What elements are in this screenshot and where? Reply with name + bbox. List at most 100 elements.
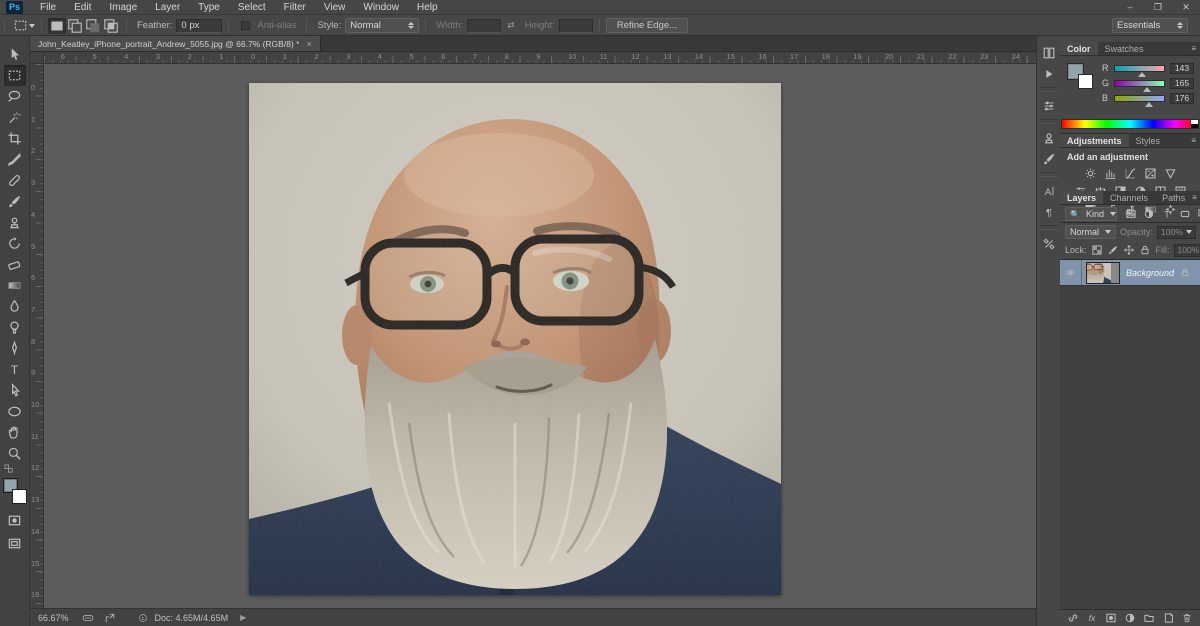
channel-R-slider[interactable] (1114, 65, 1165, 72)
height-input[interactable] (559, 19, 593, 33)
filter-image-icon[interactable] (1123, 207, 1139, 221)
opacity-field[interactable]: 100% (1157, 226, 1196, 239)
adjustments-tab-adjustments[interactable]: Adjustments (1060, 134, 1129, 147)
adjustments-panel-menu-icon[interactable]: ≡ (1191, 136, 1196, 145)
restore-button[interactable]: ❐ (1144, 0, 1172, 15)
layers-tab-layers[interactable]: Layers (1060, 191, 1103, 204)
spot-healing-brush-tool[interactable] (4, 170, 26, 191)
panel-background-swatch[interactable] (1078, 74, 1093, 89)
menu-window[interactable]: Window (354, 0, 408, 15)
blur-tool[interactable] (4, 296, 26, 317)
channel-G-slider[interactable] (1114, 80, 1165, 87)
layer-filter-kind-dropdown[interactable]: 🔍Kind (1065, 207, 1117, 221)
menu-help[interactable]: Help (408, 0, 447, 15)
minimize-button[interactable]: – (1116, 0, 1144, 15)
width-input[interactable] (467, 19, 501, 33)
layer-thumbnail[interactable] (1086, 262, 1120, 284)
zoom-level-field[interactable]: 66.67% (30, 613, 77, 623)
tool-presets-panel-icon[interactable] (1039, 234, 1059, 253)
menu-edit[interactable]: Edit (65, 0, 100, 15)
hand-tool[interactable] (4, 422, 26, 443)
eraser-tool[interactable] (4, 254, 26, 275)
color-spectrum-ramp[interactable] (1061, 119, 1199, 129)
layers-tab-paths[interactable]: Paths (1155, 191, 1192, 204)
new-layer-button[interactable] (1162, 611, 1174, 625)
canvas[interactable] (44, 64, 1036, 608)
horizontal-ruler[interactable]: 7654321012345678910111213141516171819202… (44, 52, 1036, 64)
filter-shape-icon[interactable] (1177, 207, 1193, 221)
exposure-adjustment-icon[interactable] (1143, 166, 1158, 180)
new-selection-mode-button[interactable] (48, 18, 66, 34)
tool-preset-caret[interactable] (29, 24, 35, 28)
menu-type[interactable]: Type (189, 0, 229, 15)
layer-row-background[interactable]: Background (1060, 260, 1200, 286)
blend-mode-dropdown[interactable]: Normal (1065, 225, 1116, 239)
filter-smart-object-icon[interactable] (1195, 207, 1200, 221)
layers-tab-channels[interactable]: Channels (1103, 191, 1155, 204)
document-tab[interactable]: John_Keatley_iPhone_portrait_Andrew_5055… (30, 36, 321, 51)
ellipse-tool[interactable] (4, 401, 26, 422)
close-button[interactable]: ✕ (1172, 0, 1200, 15)
zoom-tool[interactable] (4, 443, 26, 464)
link-layers-button[interactable] (1067, 611, 1079, 625)
channel-B-value[interactable]: 176 (1170, 93, 1194, 104)
ruler-corner[interactable] (30, 52, 44, 64)
subtract-selection-mode-button[interactable] (84, 18, 102, 34)
levels-adjustment-icon[interactable] (1103, 166, 1118, 180)
status-flyout-arrow[interactable]: ▶ (240, 613, 246, 622)
layer-style-fx-button[interactable]: fx (1086, 611, 1098, 625)
dodge-tool[interactable] (4, 317, 26, 338)
new-group-button[interactable] (1143, 611, 1155, 625)
channel-G-value[interactable]: 165 (1170, 78, 1194, 89)
brush-tool[interactable] (4, 191, 26, 212)
document-image[interactable] (249, 83, 781, 595)
channel-B-slider[interactable] (1114, 95, 1165, 102)
paragraph-panel-icon[interactable]: ¶ (1039, 202, 1059, 221)
lock-all-icon[interactable] (1139, 243, 1152, 257)
feather-input[interactable]: 0 px (176, 19, 222, 33)
eyedropper-tool[interactable] (4, 149, 26, 170)
path-selection-tool[interactable] (4, 380, 26, 401)
screen-mode-button[interactable] (4, 533, 26, 554)
clone-source-panel-icon[interactable] (1039, 128, 1059, 147)
vertical-ruler[interactable]: 012345678910111213141516 (30, 64, 44, 608)
brightness-contrast-adjustment-icon[interactable] (1083, 166, 1098, 180)
move-tool[interactable] (4, 44, 26, 65)
filter-type-icon[interactable]: T (1159, 207, 1175, 221)
lock-pixels-icon[interactable] (1107, 243, 1120, 257)
curves-adjustment-icon[interactable] (1123, 166, 1138, 180)
history-brush-tool[interactable] (4, 233, 26, 254)
lasso-tool[interactable] (4, 86, 26, 107)
tool-preset-icon[interactable] (11, 15, 29, 36)
character-panel-icon[interactable]: A (1039, 181, 1059, 200)
quick-mask-button[interactable] (4, 510, 26, 531)
crop-tool[interactable] (4, 128, 26, 149)
pen-tool[interactable] (4, 338, 26, 359)
swap-dimensions-icon[interactable]: ⇄ (507, 20, 515, 31)
refine-edge-button[interactable]: Refine Edge... (606, 18, 688, 33)
new-adjustment-layer-button[interactable] (1124, 611, 1136, 625)
color-tab-color[interactable]: Color (1060, 42, 1098, 55)
style-dropdown[interactable]: Normal (345, 18, 419, 33)
filter-adjustment-icon[interactable] (1141, 207, 1157, 221)
type-tool[interactable]: T (4, 359, 26, 380)
delete-layer-button[interactable] (1181, 611, 1193, 625)
mini-bridge-panel-icon[interactable] (1039, 43, 1059, 62)
color-tab-swatches[interactable]: Swatches (1098, 42, 1151, 55)
menu-select[interactable]: Select (229, 0, 275, 15)
background-color-swatch[interactable] (12, 489, 27, 504)
actions-panel-icon[interactable] (1039, 64, 1059, 83)
menu-view[interactable]: View (315, 0, 355, 15)
anti-alias-checkbox[interactable] (241, 21, 250, 30)
adjustments-tab-styles[interactable]: Styles (1129, 134, 1168, 147)
add-layer-mask-button[interactable] (1105, 611, 1117, 625)
fill-field[interactable]: 100% (1174, 244, 1200, 257)
layer-visibility-eye-icon[interactable] (1060, 260, 1082, 285)
layers-panel-menu-icon[interactable]: ≡ (1192, 193, 1197, 202)
lock-transparency-icon[interactable] (1091, 243, 1104, 257)
menu-filter[interactable]: Filter (275, 0, 315, 15)
channel-R-value[interactable]: 143 (1170, 63, 1194, 74)
menu-layer[interactable]: Layer (146, 0, 189, 15)
rectangular-marquee-tool[interactable] (4, 65, 26, 86)
magic-wand-tool[interactable] (4, 107, 26, 128)
